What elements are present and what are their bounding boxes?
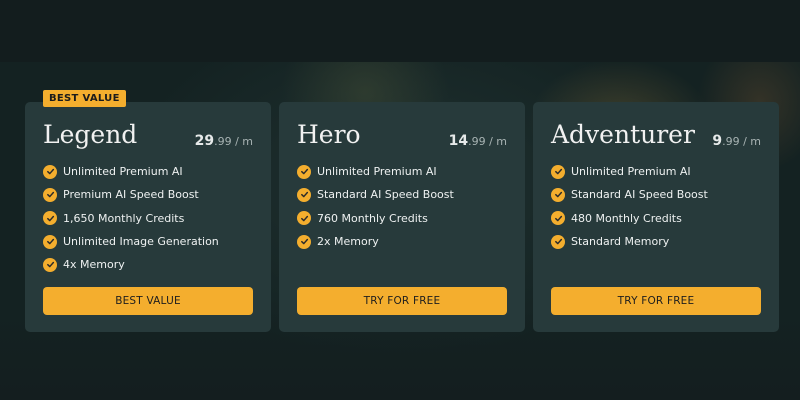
feature-label: 2x Memory (317, 235, 379, 249)
feature-label: 1,650 Monthly Credits (63, 211, 185, 225)
feature-item: Unlimited Image Generation (43, 230, 219, 253)
check-circle-icon (43, 164, 57, 179)
feature-label: 760 Monthly Credits (317, 211, 428, 225)
check-circle-icon (43, 187, 57, 202)
plan-card-hero: Hero 14.99 / m Unlimited Premium AI Stand… (279, 102, 525, 332)
feature-item: Standard AI Speed Boost (551, 183, 708, 206)
plan-price: 9.99 / m (712, 130, 761, 149)
plan-name: Legend (43, 120, 138, 149)
plan-card-legend: Legend 29.99 / m Unlimited Premium AI Pre… (25, 102, 271, 332)
feature-label: Unlimited Image Generation (63, 235, 219, 249)
best-value-badge: BEST VALUE (43, 90, 126, 107)
feature-item: 1,650 Monthly Credits (43, 207, 219, 230)
check-circle-icon (297, 234, 311, 249)
feature-list: Unlimited Premium AI Standard AI Speed Bo… (551, 160, 708, 253)
price-cents-period: .99 / m (722, 135, 761, 148)
feature-item: Standard Memory (551, 230, 708, 253)
price-dollars: 14 (448, 133, 469, 149)
feature-item: Unlimited Premium AI (297, 160, 454, 183)
check-circle-icon (297, 187, 311, 202)
feature-item: 480 Monthly Credits (551, 207, 708, 230)
check-circle-icon (43, 234, 57, 249)
feature-label: 4x Memory (63, 258, 125, 272)
feature-item: 2x Memory (297, 230, 454, 253)
feature-label: Unlimited Premium AI (63, 165, 183, 179)
feature-label: Standard Memory (571, 235, 670, 249)
check-circle-icon (551, 211, 565, 226)
check-circle-icon (43, 257, 57, 272)
top-bar (0, 0, 800, 62)
check-circle-icon (43, 211, 57, 226)
feature-item: Unlimited Premium AI (551, 160, 708, 183)
check-circle-icon (297, 164, 311, 179)
price-cents-period: .99 / m (214, 135, 253, 148)
try-for-free-button[interactable]: TRY FOR FREE (297, 287, 507, 315)
feature-label: Standard AI Speed Boost (571, 188, 708, 202)
check-circle-icon (551, 164, 565, 179)
feature-label: Unlimited Premium AI (571, 165, 691, 179)
feature-list: Unlimited Premium AI Premium AI Speed Boo… (43, 160, 219, 276)
price-cents-period: .99 / m (468, 135, 507, 148)
feature-item: Standard AI Speed Boost (297, 183, 454, 206)
plan-name: Hero (297, 120, 361, 149)
plan-name: Adventurer (551, 120, 695, 149)
feature-item: 4x Memory (43, 253, 219, 276)
feature-item: Premium AI Speed Boost (43, 183, 219, 206)
feature-item: Unlimited Premium AI (43, 160, 219, 183)
check-circle-icon (297, 211, 311, 226)
check-circle-icon (551, 234, 565, 249)
try-for-free-button[interactable]: TRY FOR FREE (551, 287, 761, 315)
plan-card-adventurer: Adventurer 9.99 / m Unlimited Premium AI… (533, 102, 779, 332)
feature-label: Premium AI Speed Boost (63, 188, 199, 202)
feature-label: Standard AI Speed Boost (317, 188, 454, 202)
price-dollars: 9 (712, 133, 723, 149)
feature-label: Unlimited Premium AI (317, 165, 437, 179)
check-circle-icon (551, 187, 565, 202)
feature-item: 760 Monthly Credits (297, 207, 454, 230)
price-dollars: 29 (194, 133, 215, 149)
plan-price: 29.99 / m (195, 130, 253, 149)
feature-list: Unlimited Premium AI Standard AI Speed Bo… (297, 160, 454, 253)
plan-price: 14.99 / m (449, 130, 507, 149)
feature-label: 480 Monthly Credits (571, 211, 682, 225)
best-value-button[interactable]: BEST VALUE (43, 287, 253, 315)
